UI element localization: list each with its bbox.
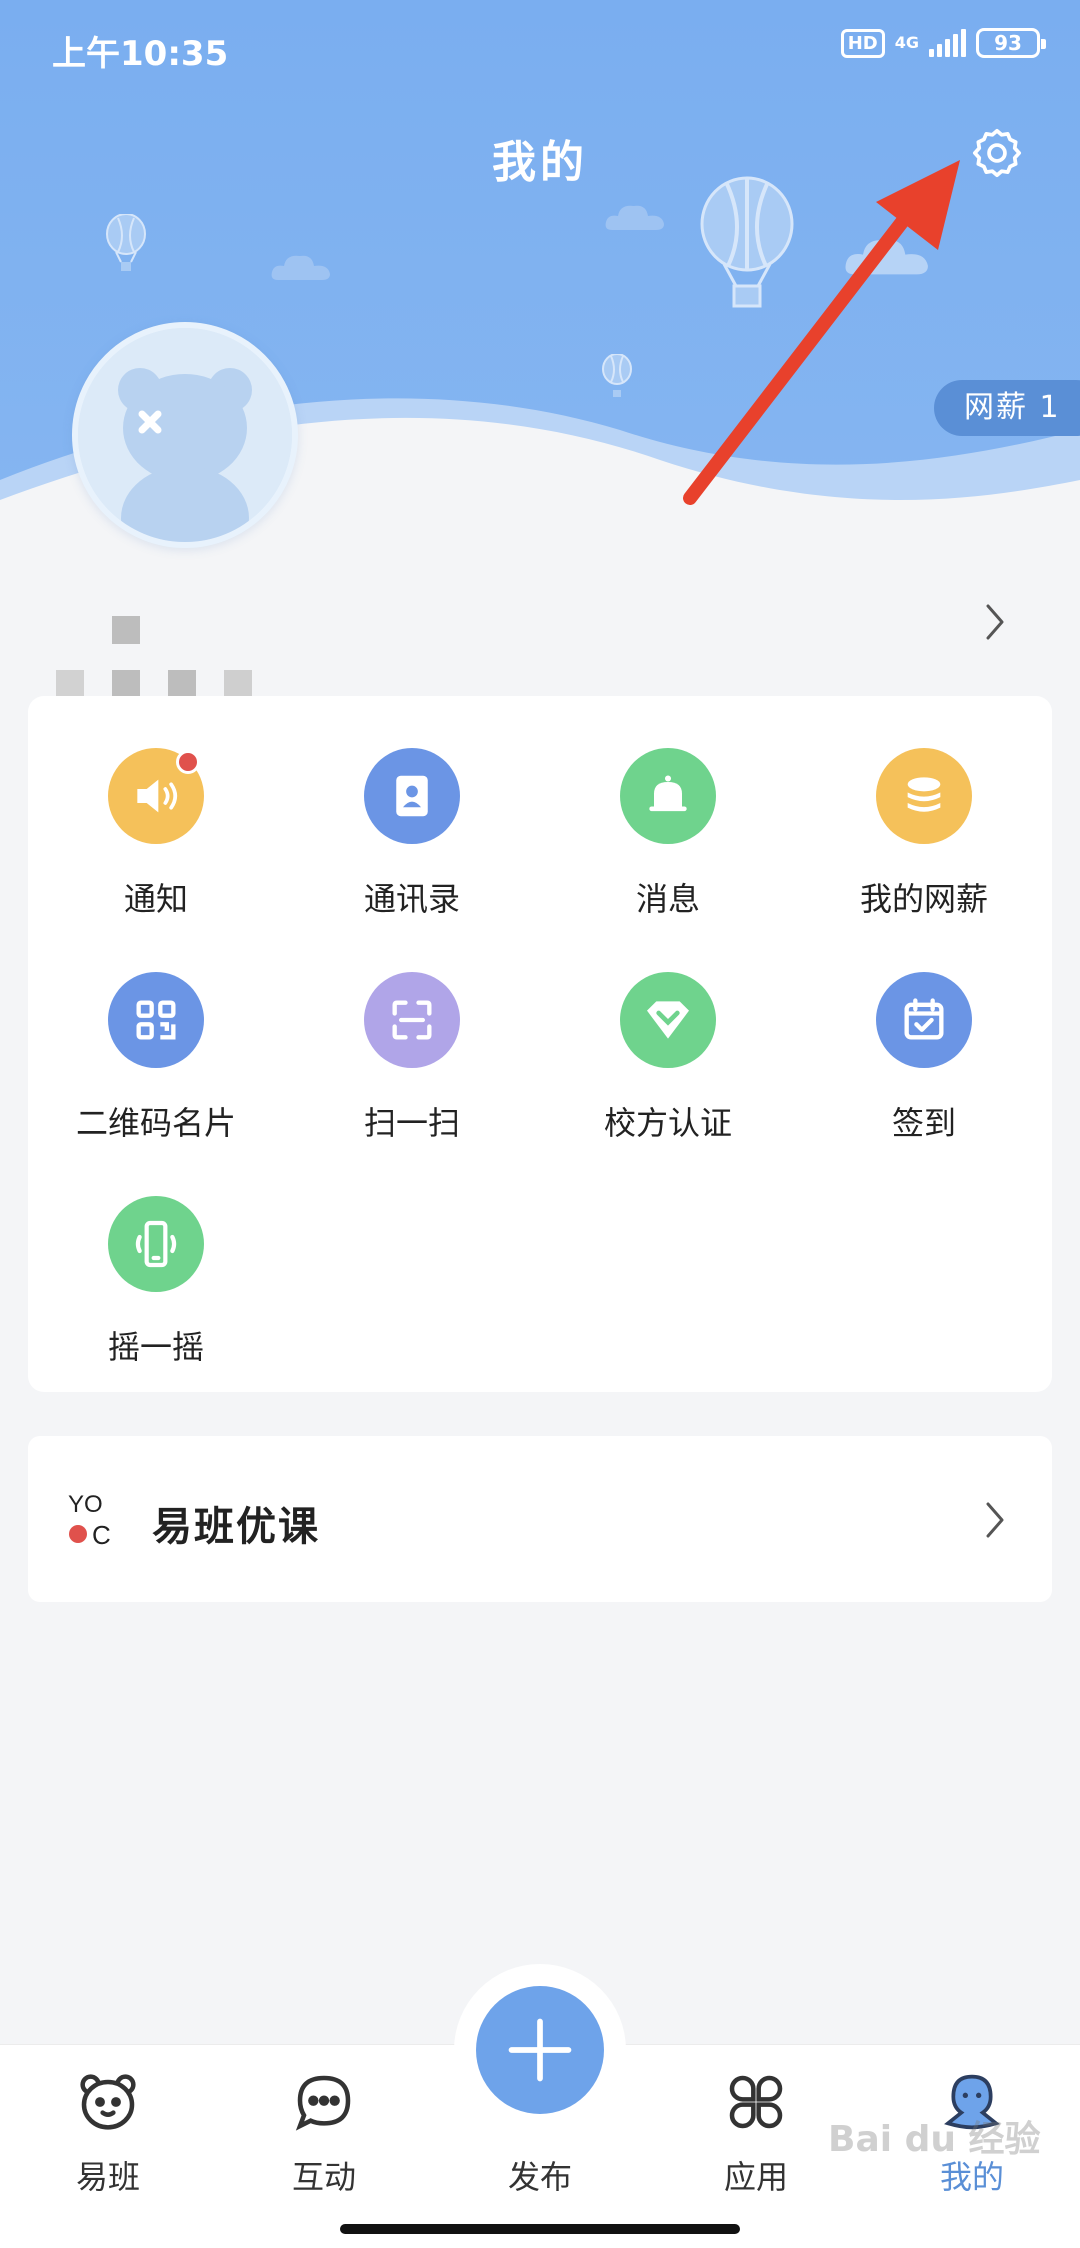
grid-label: 二维码名片 — [75, 1104, 236, 1142]
qr-code-icon — [108, 972, 204, 1068]
cloud-icon — [605, 205, 664, 230]
plus-icon — [508, 2018, 572, 2082]
hd-badge: HD — [840, 28, 885, 58]
grid-item-shake[interactable]: 摇一摇 — [28, 1144, 284, 1366]
grid-label: 通讯录 — [363, 880, 460, 918]
grid-label: 扫一扫 — [363, 1104, 460, 1142]
network-label: 4G — [894, 33, 919, 52]
battery-icon: 93 — [976, 28, 1046, 58]
chat-icon — [295, 2075, 351, 2131]
course-entry[interactable]: YO C 易班优课 — [28, 1436, 1052, 1602]
yooc-logo-icon: YO C — [68, 1491, 111, 1548]
grid-item-notice[interactable]: 通知 — [28, 696, 284, 918]
watermark: Bai du 经验 — [828, 2119, 1041, 2160]
name-placeholder — [56, 670, 84, 698]
nav-item-interact[interactable]: 互动 — [244, 2070, 404, 2200]
annotation-arrow — [683, 160, 960, 505]
publish-button[interactable] — [476, 1986, 604, 2114]
nav-label: 互动 — [291, 2158, 356, 2196]
nav-label-publish: 发布 — [507, 2158, 572, 2196]
profile-row[interactable] — [0, 560, 1080, 698]
grid-item-my-salary[interactable]: 我的网薪 — [796, 696, 1052, 918]
phone-shake-icon — [108, 1196, 204, 1292]
grid-item-school-verify[interactable]: 校方认证 — [540, 920, 796, 1142]
coins-icon — [876, 748, 972, 844]
name-placeholder — [168, 670, 196, 698]
name-placeholder — [224, 670, 252, 698]
course-title: 易班优课 — [152, 1504, 320, 1550]
function-grid: 通知 通讯录 消息 我的网薪 二维码名片 扫一扫 校方认证 签到 摇一摇 — [28, 696, 1052, 1392]
chevron-right-icon — [986, 604, 1004, 640]
grid-item-scan[interactable]: 扫一扫 — [284, 920, 540, 1142]
grid-item-messages[interactable]: 消息 — [540, 696, 796, 918]
svg-text:YO: YO — [68, 1491, 103, 1518]
grid-label: 我的网薪 — [859, 880, 988, 918]
status-icons: HD 4G 93 — [840, 28, 1046, 58]
bell-icon — [620, 748, 716, 844]
grid-label: 校方认证 — [603, 1104, 732, 1142]
nav-label: 应用 — [723, 2158, 788, 2196]
grid-label: 签到 — [891, 1104, 956, 1142]
notification-dot — [176, 750, 200, 774]
name-placeholder — [112, 670, 140, 698]
grid-label: 消息 — [635, 880, 700, 918]
diamond-icon — [620, 972, 716, 1068]
grid-item-contacts[interactable]: 通讯录 — [284, 696, 540, 918]
home-indicator — [340, 2224, 740, 2234]
nav-label: 易班 — [75, 2158, 140, 2196]
contacts-icon — [364, 748, 460, 844]
status-bar: 上午10:35 HD 4G 93 — [0, 0, 1080, 96]
page: 上午10:35 HD 4G 93 我的 网薪 1 通知 通讯录 消息 我的网薪 … — [0, 0, 1080, 2248]
name-placeholder — [112, 616, 140, 644]
signal-icon — [929, 29, 966, 57]
grid-item-qr-card[interactable]: 二维码名片 — [28, 920, 284, 1142]
bear-avatar-icon — [78, 328, 292, 542]
grid-item-check-in[interactable]: 签到 — [796, 920, 1052, 1142]
cloud-icon — [271, 255, 330, 280]
bear-icon — [80, 2074, 136, 2130]
grid-label: 通知 — [123, 880, 188, 918]
apps-icon — [729, 2075, 783, 2129]
calendar-check-icon — [876, 972, 972, 1068]
nav-item-yiban[interactable]: 易班 — [28, 2070, 188, 2200]
scan-icon — [364, 972, 460, 1068]
chevron-right-icon — [986, 1502, 1004, 1538]
avatar[interactable] — [72, 322, 298, 548]
nav-item-apps[interactable]: 应用 — [676, 2070, 836, 2200]
svg-text:C: C — [92, 1520, 111, 1548]
balloon-icon — [106, 214, 146, 271]
grid-label: 摇一摇 — [107, 1328, 204, 1366]
status-time: 上午10:35 — [52, 34, 229, 74]
